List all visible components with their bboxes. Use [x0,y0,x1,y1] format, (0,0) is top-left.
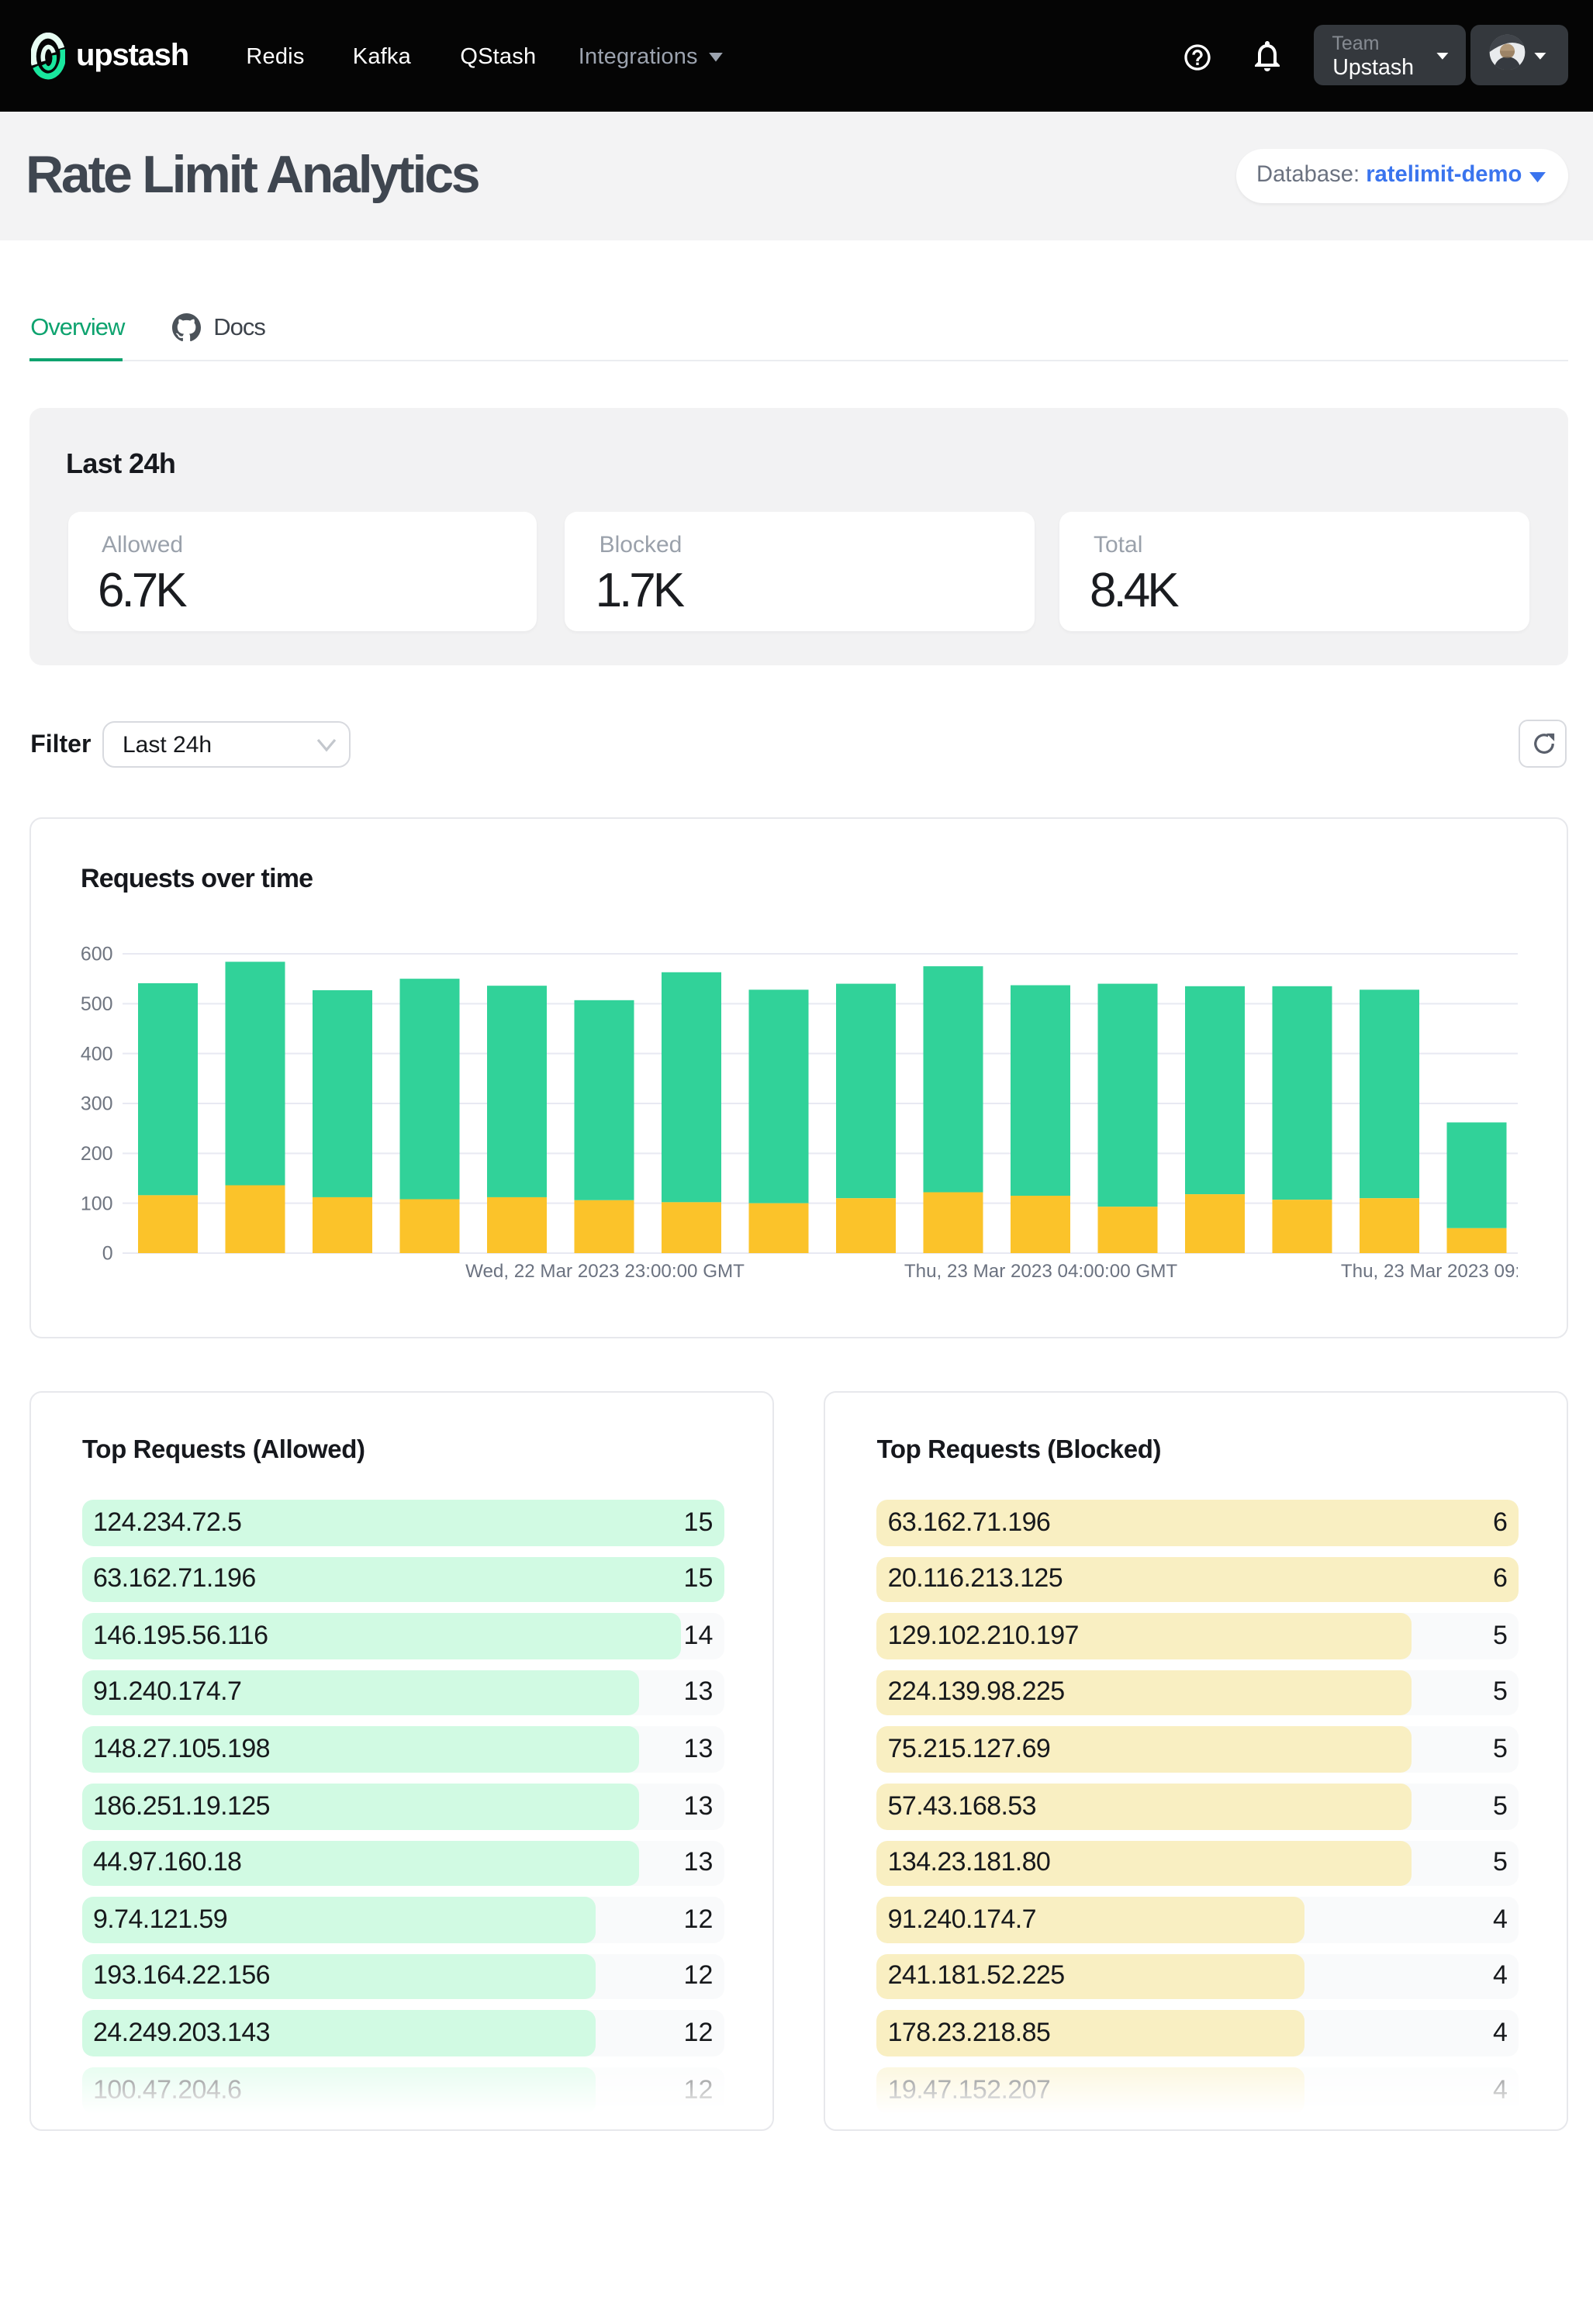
svg-text:100: 100 [81,1193,113,1214]
svg-text:0: 0 [102,1243,113,1265]
svg-text:400: 400 [81,1043,113,1065]
svg-text:Thu, 23 Mar 2023 09:00:00 GMT: Thu, 23 Mar 2023 09:00:00 GMT [1341,1261,1567,1282]
svg-text:Thu, 23 Mar 2023 04:00:00 GMT: Thu, 23 Mar 2023 04:00:00 GMT [904,1261,1177,1282]
svg-text:500: 500 [81,993,113,1015]
svg-text:600: 600 [81,944,113,965]
svg-text:200: 200 [81,1143,113,1165]
svg-text:Wed, 22 Mar 2023 23:00:00 GMT: Wed, 22 Mar 2023 23:00:00 GMT [465,1261,745,1282]
svg-text:300: 300 [81,1093,113,1115]
